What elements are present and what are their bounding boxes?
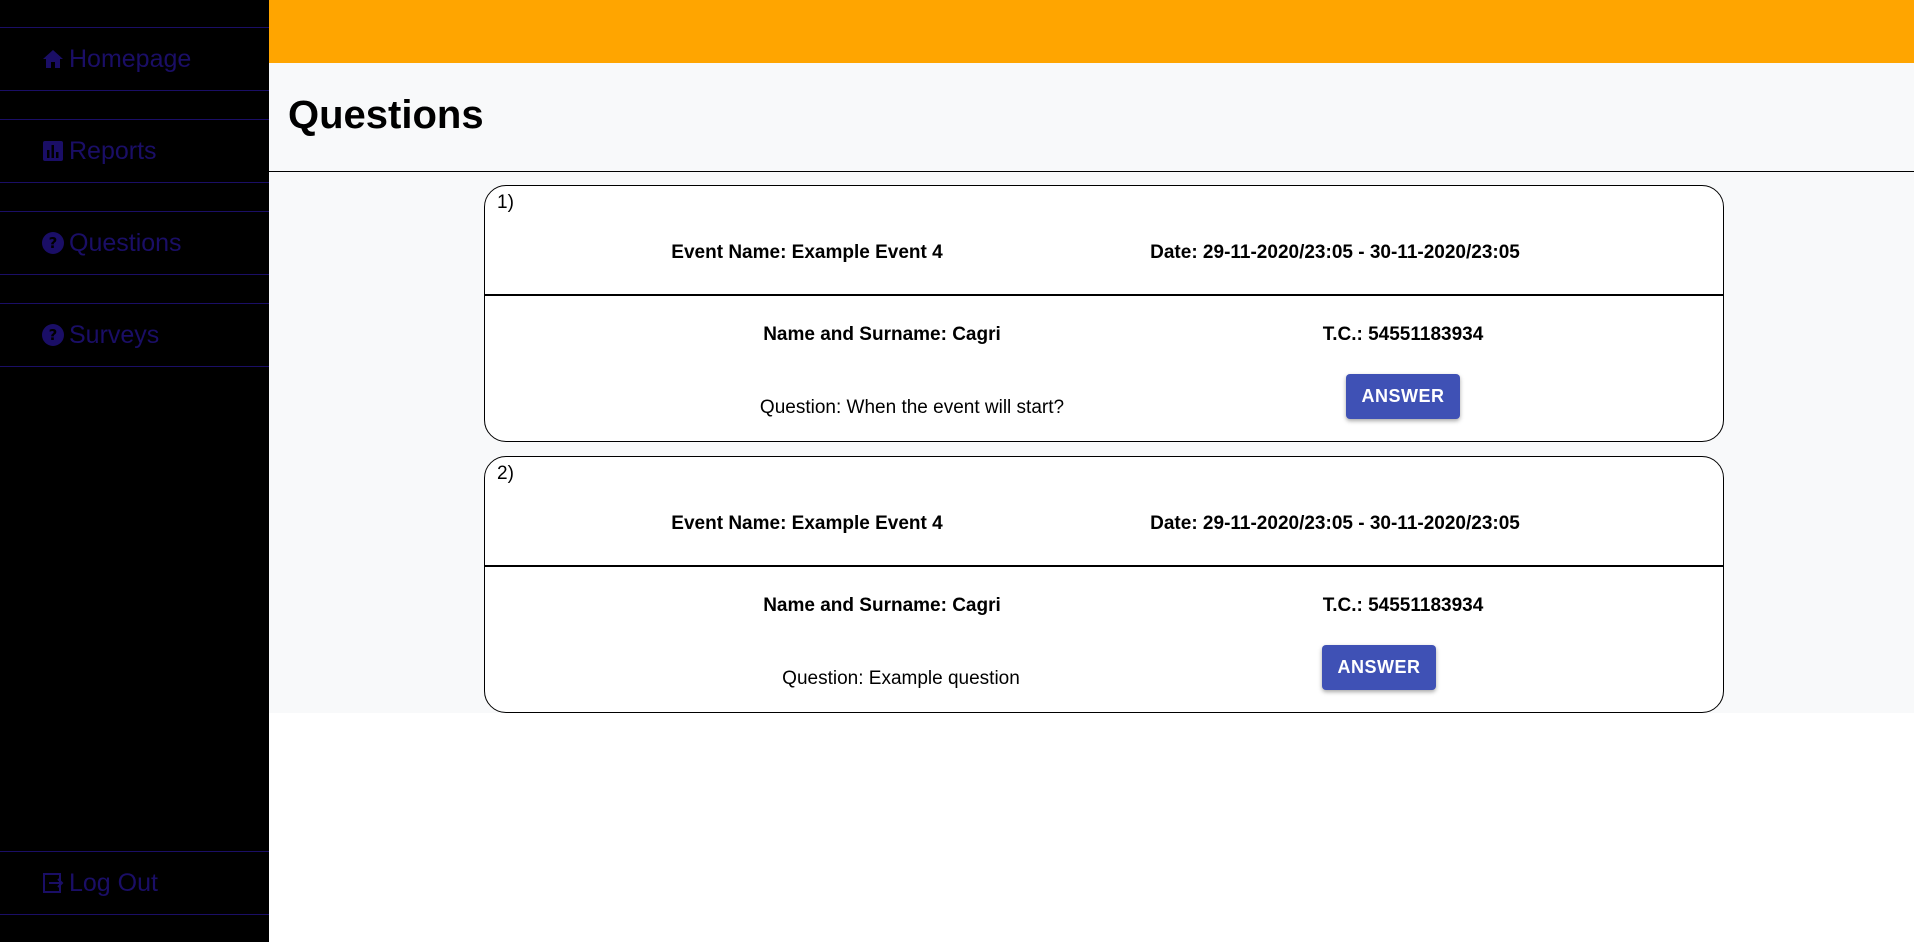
logout-button[interactable]: Log Out [0,851,269,915]
question-text: Question: Example question [782,668,1020,689]
question-circle-icon: ? [41,231,65,255]
question-card: 2) Event Name: Example Event 4 Date: 29-… [484,456,1724,713]
asker-tc: T.C.: 54551183934 [1322,595,1484,616]
question-number: 1) [497,192,514,213]
svg-text:?: ? [49,234,58,252]
sidebar-item-questions[interactable]: ? Questions [0,211,269,275]
sidebar-item-label: Reports [69,136,157,165]
top-bar [269,0,1914,63]
chart-icon [41,139,65,163]
event-name: Event Name: Example Event 4 [671,513,943,534]
answer-button[interactable]: ANSWER [1346,374,1460,419]
sign-out-icon [41,871,65,895]
sidebar-item-homepage[interactable]: Homepage [0,27,269,91]
question-card: 1) Event Name: Example Event 4 Date: 29-… [484,185,1724,442]
sidebar-item-label: Homepage [69,44,192,73]
sidebar-item-surveys[interactable]: ? Surveys [0,303,269,367]
event-date: Date: 29-11-2020/23:05 - 30-11-2020/23:0… [1150,513,1520,534]
answer-button[interactable]: ANSWER [1322,645,1436,690]
asker-name: Name and Surname: Cagri [763,595,1001,616]
card-divider [485,565,1723,567]
sidebar-item-label: Surveys [69,320,160,349]
sidebar-item-label: Questions [69,228,182,257]
card-divider [485,294,1723,296]
event-date: Date: 29-11-2020/23:05 - 30-11-2020/23:0… [1150,242,1520,263]
question-number: 2) [497,463,514,484]
asker-tc: T.C.: 54551183934 [1322,324,1484,345]
page-header: Questions [269,63,1914,172]
question-text: Question: When the event will start? [759,397,1065,418]
logout-label: Log Out [69,868,158,897]
asker-name: Name and Surname: Cagri [763,324,1001,345]
questions-list: 1) Event Name: Example Event 4 Date: 29-… [269,172,1914,713]
svg-text:?: ? [49,326,58,344]
event-name: Event Name: Example Event 4 [671,242,943,263]
home-icon [41,47,65,71]
sidebar-item-reports[interactable]: Reports [0,119,269,183]
sidebar: Homepage Reports ? Questions ? Surveys L… [0,0,269,942]
page-title: Questions [288,93,484,137]
question-circle-icon: ? [41,323,65,347]
